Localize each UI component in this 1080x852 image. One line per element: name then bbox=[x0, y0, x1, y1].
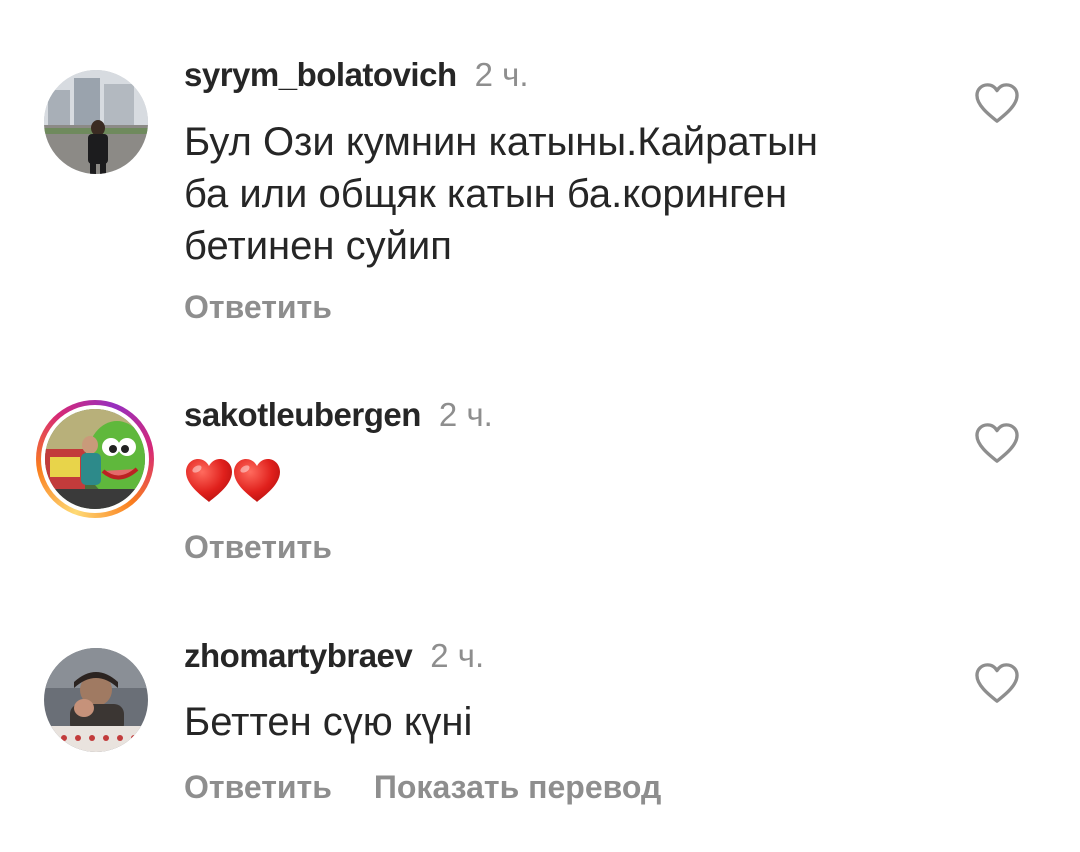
username[interactable]: sakotleubergen bbox=[184, 396, 421, 433]
comment-actions: Ответить bbox=[184, 527, 332, 567]
avatar[interactable] bbox=[44, 70, 148, 174]
comment-header: zhomartybraev 2 ч. bbox=[184, 636, 484, 676]
timestamp: 2 ч. bbox=[438, 396, 493, 433]
username[interactable]: syrym_bolatovich bbox=[184, 56, 457, 93]
timestamp: 2 ч. bbox=[430, 637, 485, 674]
comment-text bbox=[184, 456, 284, 508]
heart-outline-icon[interactable] bbox=[974, 662, 1020, 704]
comment-text: Беттен сүю күні bbox=[184, 696, 904, 748]
username[interactable]: zhomartybraev bbox=[184, 637, 413, 674]
avatar[interactable] bbox=[44, 648, 148, 752]
show-translation-button[interactable]: Показать перевод bbox=[374, 767, 661, 807]
comment-actions: Ответить bbox=[184, 287, 332, 327]
comment-actions: Ответить Показать перевод bbox=[184, 767, 661, 807]
avatar-photo bbox=[44, 648, 148, 752]
red-heart-emoji bbox=[186, 459, 280, 502]
reply-button[interactable]: Ответить bbox=[184, 527, 332, 567]
reply-button[interactable]: Ответить bbox=[184, 767, 332, 807]
comment-header: syrym_bolatovich 2 ч. bbox=[184, 55, 529, 95]
comment-text: Бул Ози кумнин катыны.Кайратын ба или об… bbox=[184, 116, 904, 272]
reply-button[interactable]: Ответить bbox=[184, 287, 332, 327]
comment-text-line: Беттен сүю күні bbox=[184, 700, 473, 744]
comment-text-line: ба или общяк катын ба.коринген bbox=[184, 172, 788, 216]
avatar-story-ring[interactable]: · bbox=[36, 400, 154, 518]
heart-outline-icon[interactable] bbox=[974, 422, 1020, 464]
heart-outline-icon[interactable] bbox=[974, 82, 1020, 124]
avatar-photo bbox=[44, 70, 148, 174]
comment-text-line: Бул Ози кумнин катыны.Кайратын bbox=[184, 120, 818, 164]
comment-text-line: бетинен суйип bbox=[184, 224, 452, 268]
comment-header: sakotleubergen 2 ч. bbox=[184, 395, 493, 435]
avatar-photo: · bbox=[45, 409, 145, 509]
timestamp: 2 ч. bbox=[474, 56, 529, 93]
